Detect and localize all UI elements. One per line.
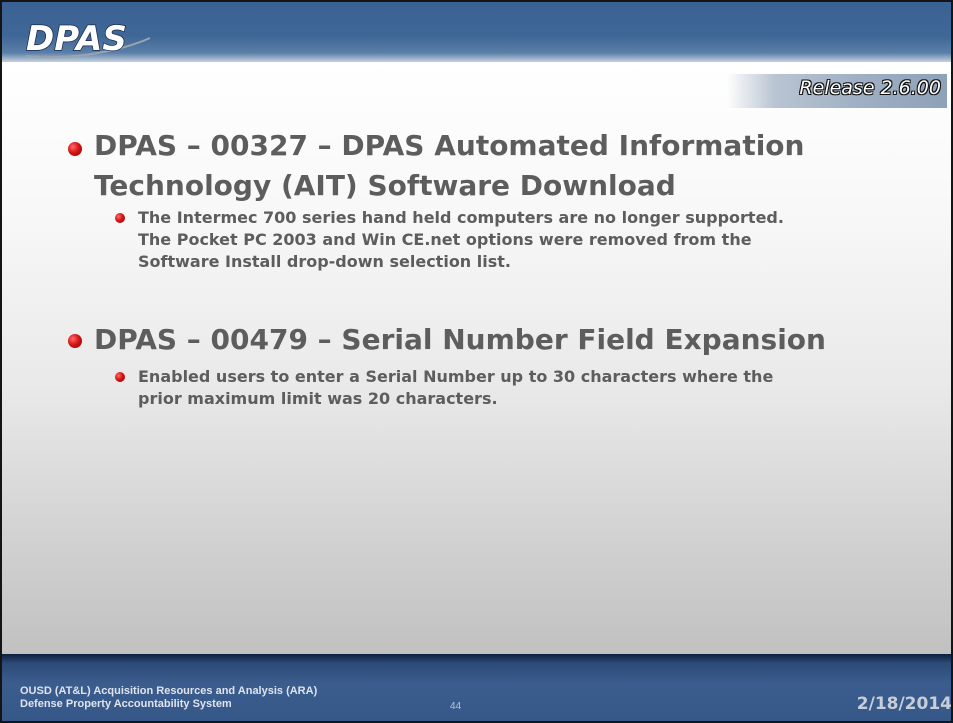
svg-text:DPAS: DPAS	[26, 19, 127, 59]
section-heading-00327-line2: Technology (AIT) Software Download	[94, 169, 676, 202]
release-version: Release 2.6.00	[799, 77, 941, 99]
page-number: 44	[450, 701, 462, 712]
section-detail-00479-line1: Enabled users to enter a Serial Number u…	[138, 367, 774, 386]
section-heading-00327-line1: DPAS – 00327 – DPAS Automated Informatio…	[94, 129, 805, 162]
dpas-logo: DPAS	[25, 18, 151, 60]
section-detail-00327-line3: Software Install drop-down selection lis…	[138, 252, 511, 271]
release-tag: Release 2.6.00	[727, 74, 947, 108]
sub-bullet-icon	[115, 213, 125, 223]
section-detail-00327-line1: The Intermec 700 series hand held comput…	[138, 208, 784, 227]
section-detail-00479-line2: prior maximum limit was 20 characters.	[138, 389, 498, 408]
bullet-icon	[68, 142, 82, 156]
footer-band: OUSD (AT&L) Acquisition Resources and An…	[2, 654, 951, 721]
sub-bullet-icon	[115, 372, 125, 382]
footer-org: OUSD (AT&L) Acquisition Resources and An…	[20, 685, 317, 711]
footer-org-line2: Defense Property Accountability System	[20, 698, 232, 710]
section-heading-00479: DPAS – 00479 – Serial Number Field Expan…	[94, 323, 826, 356]
slide: DPAS Release 2.6.00 DPAS – 00327 – DPAS …	[0, 0, 953, 723]
footer-date: 2/18/2014	[856, 694, 952, 714]
footer-org-line1: OUSD (AT&L) Acquisition Resources and An…	[20, 685, 318, 697]
bullet-icon	[68, 334, 82, 348]
section-detail-00327-line2: The Pocket PC 2003 and Win CE.net option…	[138, 230, 752, 249]
